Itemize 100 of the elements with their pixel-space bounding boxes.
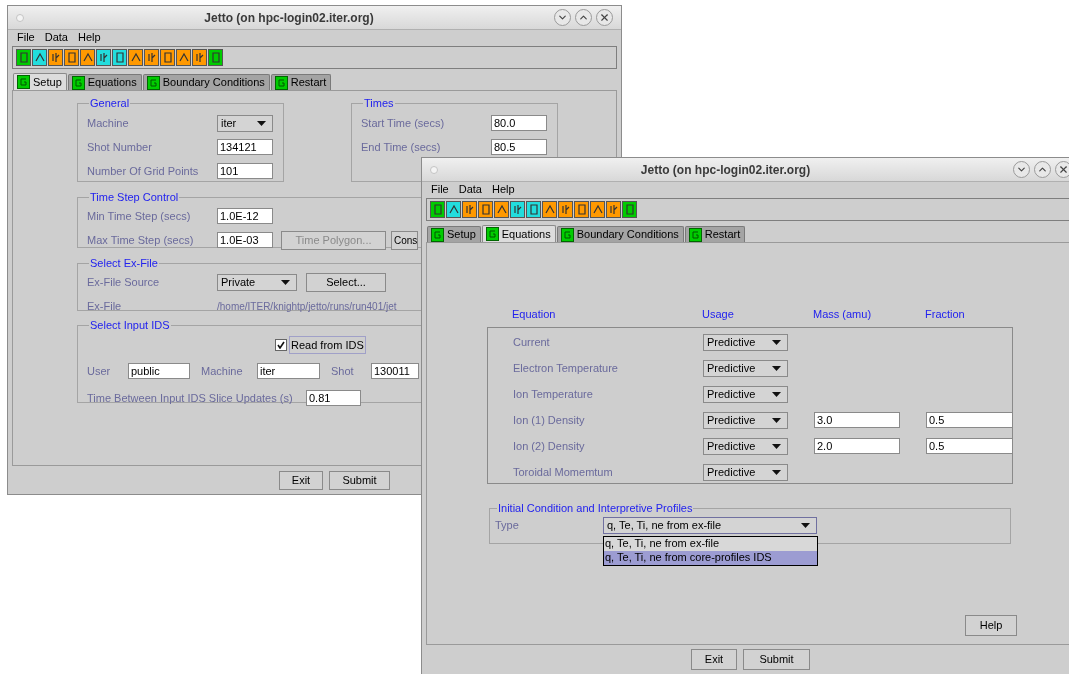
caret-icon	[772, 469, 781, 475]
field-label: Ion (2) Density	[513, 438, 586, 454]
minimize-button[interactable]	[1013, 161, 1030, 178]
tool-icon[interactable]	[192, 49, 207, 66]
submit-button[interactable]: Submit	[329, 470, 390, 490]
text-field[interactable]: 0.5	[926, 412, 1013, 428]
tool-icon[interactable]	[558, 201, 573, 218]
dropdown[interactable]: Predictive	[703, 463, 788, 481]
tab-icon	[71, 75, 85, 90]
exit-button[interactable]: Exit	[279, 470, 323, 490]
checkbox-label[interactable]: Read from IDS	[289, 335, 366, 355]
field-label: Ion (1) Density	[513, 412, 586, 428]
close-button[interactable]	[1055, 161, 1069, 178]
maximize-button[interactable]	[575, 9, 592, 26]
field-label: Max Time Step (secs)	[87, 232, 195, 248]
menu-item[interactable]: Data	[458, 181, 482, 198]
dropdown[interactable]: Private	[217, 273, 297, 291]
group-title: Initial Condition and Interpretive Profiles	[497, 502, 694, 514]
text-field[interactable]: public	[128, 363, 190, 379]
tool-icon[interactable]	[574, 201, 589, 218]
button[interactable]: Cons	[391, 230, 418, 250]
tool-icon[interactable]	[16, 49, 31, 66]
text-field[interactable]: 0.81	[306, 390, 361, 406]
text-field[interactable]: iter	[257, 363, 320, 379]
tab-icon	[431, 227, 444, 242]
tab-icon	[274, 75, 288, 90]
tool-icon[interactable]	[478, 201, 493, 218]
text-field[interactable]: 3.0	[814, 412, 900, 428]
minimize-button[interactable]	[554, 9, 571, 26]
column-header: Equation	[512, 307, 557, 322]
tool-icon[interactable]	[510, 201, 525, 218]
tool-icon[interactable]	[208, 49, 223, 66]
tool-icon[interactable]	[590, 201, 605, 218]
text-field[interactable]: 134121	[217, 139, 273, 155]
tab[interactable]: Equations	[67, 74, 142, 90]
tool-icon[interactable]	[112, 49, 127, 66]
tab[interactable]: Restart	[684, 226, 746, 242]
dropdown[interactable]: Predictive	[703, 385, 788, 403]
field-label: Type	[495, 517, 520, 533]
caret-icon	[257, 120, 266, 126]
tool-icon[interactable]	[160, 49, 175, 66]
caret-icon	[772, 443, 781, 449]
tool-icon[interactable]	[430, 201, 445, 218]
text-field[interactable]: 130011	[371, 363, 419, 379]
text-field[interactable]: 80.0	[491, 115, 547, 131]
text-field[interactable]: 1.0E-12	[217, 208, 273, 224]
menu-item[interactable]: Help	[492, 181, 515, 198]
text-field[interactable]: 1.0E-03	[217, 232, 273, 248]
tool-icon[interactable]	[144, 49, 159, 66]
help-button[interactable]: Help	[965, 615, 1017, 636]
tool-icon[interactable]	[526, 201, 541, 218]
text-field[interactable]: 101	[217, 163, 273, 179]
tool-icon[interactable]	[128, 49, 143, 66]
tool-icon[interactable]	[446, 201, 461, 218]
tool-icon[interactable]	[64, 49, 79, 66]
tab[interactable]: Equations	[481, 225, 556, 242]
checkbox[interactable]	[275, 339, 287, 351]
tool-icon[interactable]	[462, 201, 477, 218]
tool-icon[interactable]	[176, 49, 191, 66]
menu-item[interactable]: File	[431, 181, 449, 198]
dropdown[interactable]: Predictive	[703, 437, 788, 455]
caret-icon	[772, 365, 781, 371]
file-path: /home/ITER/knightp/jetto/runs/run401/jet	[217, 299, 397, 314]
dropdown[interactable]: Predictive	[703, 411, 788, 429]
window-title: Jetto (on hpc-login02.iter.org)	[203, 9, 375, 27]
dropdown-option[interactable]: q, Te, Ti, ne from core-profiles IDS	[604, 550, 817, 565]
tab[interactable]: Restart	[270, 74, 332, 90]
tab[interactable]: Boundary Conditions	[142, 74, 270, 90]
tool-icon[interactable]	[80, 49, 95, 66]
dropdown-option[interactable]: q, Te, Ti, ne from ex-file	[604, 536, 817, 551]
text-field[interactable]: 2.0	[814, 438, 900, 454]
tool-icon[interactable]	[542, 201, 557, 218]
menu-item[interactable]: Help	[78, 29, 101, 46]
maximize-button[interactable]	[1034, 161, 1051, 178]
menu-item[interactable]: Data	[44, 29, 68, 46]
tab[interactable]: Boundary Conditions	[556, 226, 684, 242]
field-label: Toroidal Momemtum	[513, 464, 614, 480]
dropdown[interactable]: q, Te, Ti, ne from ex-file	[603, 516, 817, 534]
field-label: Shot Number	[87, 139, 153, 155]
menu-item[interactable]: File	[17, 29, 35, 46]
tool-icon[interactable]	[48, 49, 63, 66]
select-button[interactable]: Select...	[306, 272, 386, 292]
tool-icon[interactable]	[622, 201, 637, 218]
tab[interactable]: Setup	[427, 226, 481, 242]
tool-icon[interactable]	[96, 49, 111, 66]
exit-button[interactable]: Exit	[691, 648, 737, 670]
dropdown[interactable]: Predictive	[703, 359, 788, 377]
tool-icon[interactable]	[606, 201, 621, 218]
group-title: Select Input IDS	[89, 319, 171, 331]
dropdown[interactable]: Predictive	[703, 333, 788, 351]
tool-icon[interactable]	[32, 49, 47, 66]
tab[interactable]: Setup	[13, 73, 67, 90]
text-field[interactable]: 80.5	[491, 139, 547, 155]
field-label: Number Of Grid Points	[87, 163, 200, 179]
tool-icon[interactable]	[494, 201, 509, 218]
submit-button[interactable]: Submit	[743, 648, 810, 670]
dropdown[interactable]: iter	[217, 114, 273, 132]
close-button[interactable]	[596, 9, 613, 26]
window-title: Jetto (on hpc-login02.iter.org)	[639, 161, 812, 179]
text-field[interactable]: 0.5	[926, 438, 1013, 454]
